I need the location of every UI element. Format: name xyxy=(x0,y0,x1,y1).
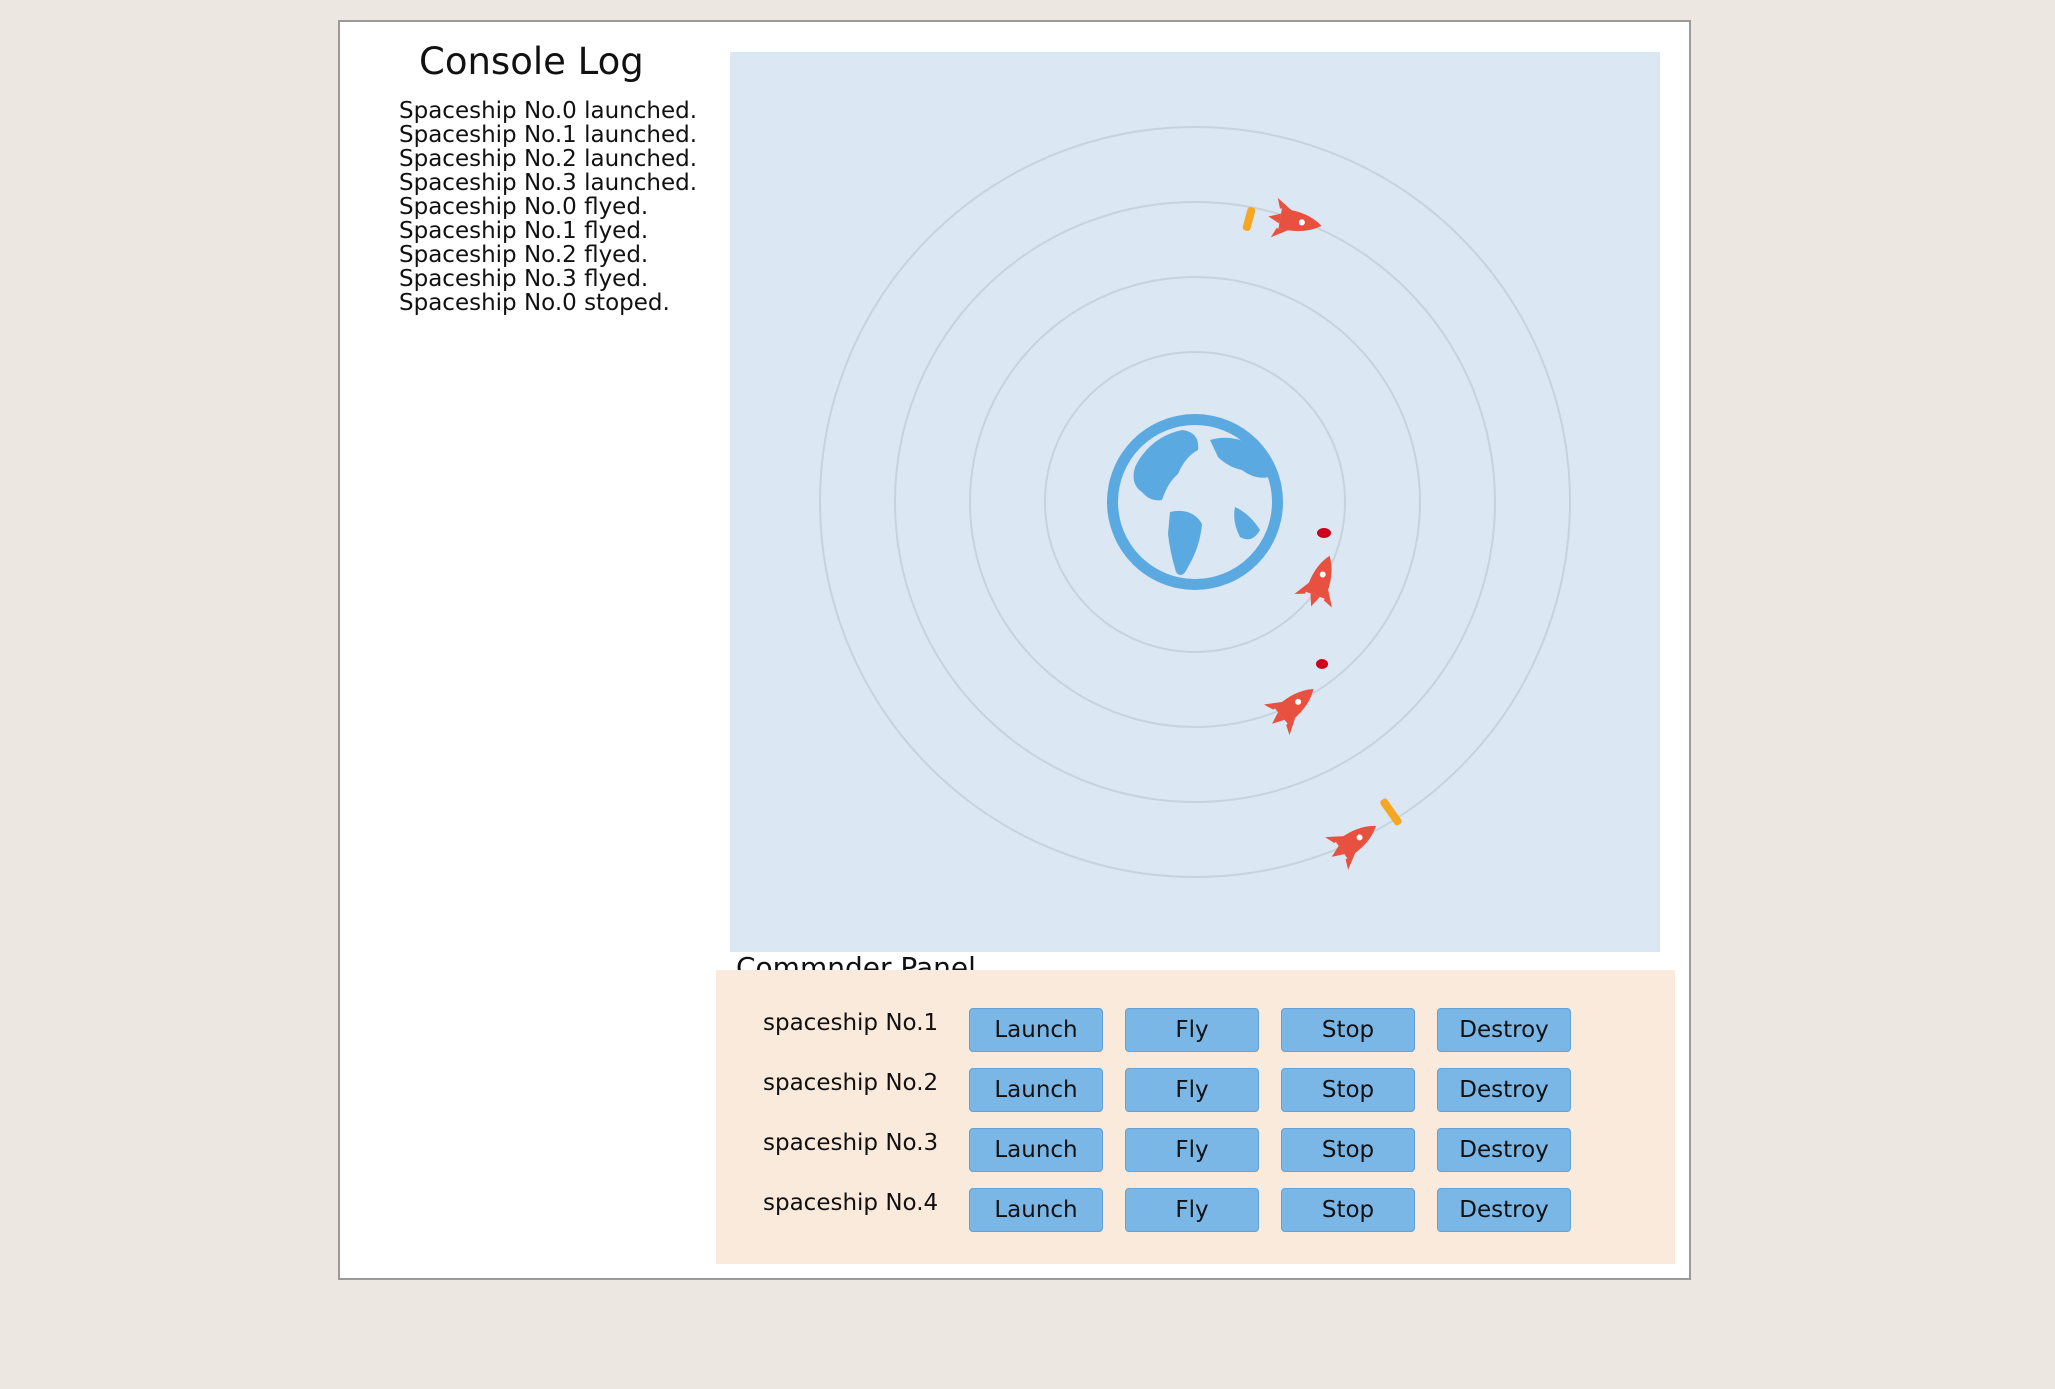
fly-button-1[interactable]: Fly xyxy=(1125,1008,1259,1052)
stop-button-1[interactable]: Stop xyxy=(1281,1008,1415,1052)
space-view xyxy=(730,52,1660,952)
ship-row-3: spaceship No.3 Launch Fly Stop Destroy xyxy=(716,1128,1675,1172)
destroy-button-4[interactable]: Destroy xyxy=(1437,1188,1571,1232)
ship-row-4: spaceship No.4 Launch Fly Stop Destroy xyxy=(716,1188,1675,1232)
console-line: Spaceship No.2 flyed. xyxy=(399,242,649,268)
destroy-button-3[interactable]: Destroy xyxy=(1437,1128,1571,1172)
launch-button-2[interactable]: Launch xyxy=(969,1068,1103,1112)
spaceship-2-icon xyxy=(1263,689,1314,736)
launch-button-3[interactable]: Launch xyxy=(969,1128,1103,1172)
spaceship-4-icon xyxy=(1325,825,1376,870)
console-line: Spaceship No.0 launched. xyxy=(399,98,698,124)
ship-row-2: spaceship No.2 Launch Fly Stop Destroy xyxy=(716,1068,1675,1112)
energy-bar-3 xyxy=(1242,207,1256,231)
launch-button-1[interactable]: Launch xyxy=(969,1008,1103,1052)
console-line: Spaceship No.0 stoped. xyxy=(399,290,670,316)
spaceship-3-icon xyxy=(1268,197,1322,238)
console-log: Spaceship No.0 launched. Spaceship No.1 … xyxy=(399,99,697,315)
commander-panel: spaceship No.1 Launch Fly Stop Destroy s… xyxy=(716,970,1675,1264)
destroy-button-1[interactable]: Destroy xyxy=(1437,1008,1571,1052)
destroy-button-2[interactable]: Destroy xyxy=(1437,1068,1571,1112)
fly-button-3[interactable]: Fly xyxy=(1125,1128,1259,1172)
ship-row-1: spaceship No.1 Launch Fly Stop Destroy xyxy=(716,1008,1675,1052)
spaceship-1-icon xyxy=(1294,555,1332,608)
console-line: Spaceship No.3 flyed. xyxy=(399,266,649,292)
console-line: Spaceship No.1 launched. xyxy=(399,122,698,148)
ship-label: spaceship No.2 xyxy=(763,1070,939,1096)
console-line: Spaceship No.1 flyed. xyxy=(399,218,649,244)
energy-bar-2 xyxy=(1316,659,1328,669)
ship-label: spaceship No.4 xyxy=(763,1190,939,1216)
energy-bar-1 xyxy=(1317,528,1331,538)
console-line: Spaceship No.3 launched. xyxy=(399,170,698,196)
fly-button-4[interactable]: Fly xyxy=(1125,1188,1259,1232)
launch-button-4[interactable]: Launch xyxy=(969,1188,1103,1232)
fly-button-2[interactable]: Fly xyxy=(1125,1068,1259,1112)
ship-label: spaceship No.1 xyxy=(763,1010,939,1036)
earth-icon xyxy=(1107,414,1283,590)
stop-button-3[interactable]: Stop xyxy=(1281,1128,1415,1172)
console-log-title: Console Log xyxy=(419,40,644,83)
stop-button-4[interactable]: Stop xyxy=(1281,1188,1415,1232)
stop-button-2[interactable]: Stop xyxy=(1281,1068,1415,1112)
console-line: Spaceship No.2 launched. xyxy=(399,146,698,172)
console-line: Spaceship No.0 flyed. xyxy=(399,194,649,220)
ship-label: spaceship No.3 xyxy=(763,1130,939,1156)
